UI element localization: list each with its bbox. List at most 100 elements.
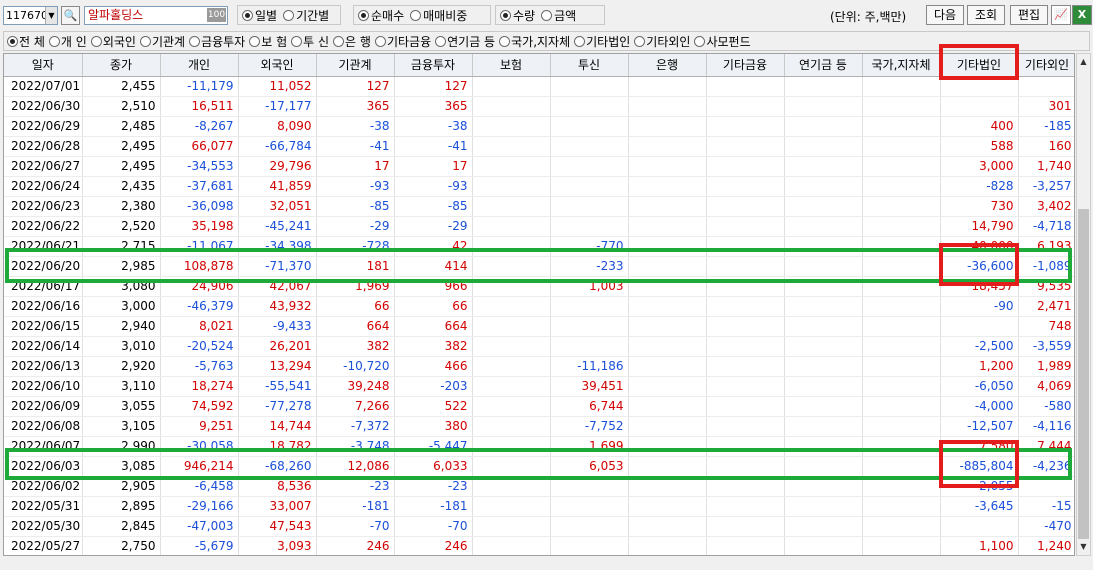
filter-other-corp[interactable]: 기타법인 (574, 33, 630, 50)
radio-dot-icon (189, 35, 201, 47)
cell-government (862, 116, 941, 137)
filter-institution[interactable]: 기관계 (139, 33, 185, 50)
table-row[interactable]: 2022/05/30 2,845 -47,003 47,543 -70 -70 -470 (4, 516, 1074, 537)
table-row[interactable]: 2022/06/09 3,055 74,592 -77,278 7,266 522 6,74… (4, 396, 1074, 417)
cell-close: 2,895 (82, 496, 161, 517)
table-row[interactable]: 2022/05/27 2,750 -5,679 3,093 246 246 1,100 1,2… (4, 536, 1074, 555)
filter-fin-invest[interactable]: 금융투자 (189, 33, 245, 50)
cell-individual: 66,077 (160, 136, 239, 157)
table-row[interactable]: 2022/06/22 2,520 35,198 -45,241 -29 -29 14,790… (4, 216, 1074, 237)
table-row[interactable]: 2022/06/29 2,485 -8,267 8,090 -38 -38 400 -185 (4, 116, 1074, 137)
cell-close: 2,905 (82, 476, 161, 497)
table-row[interactable]: 2022/06/24 2,435 -37,681 41,859 -93 -93 -828 -3… (4, 176, 1074, 197)
excel-icon[interactable]: X (1072, 5, 1092, 25)
cell-bank (628, 96, 707, 117)
filter-trust[interactable]: 투 신 (291, 33, 329, 50)
cell-institution: -728 (316, 236, 395, 257)
radio-daily[interactable]: 일별 (242, 7, 277, 24)
filter-government[interactable]: 국가,지자체 (499, 33, 570, 50)
table-row[interactable]: 2022/07/01 2,455 -11,179 11,052 127 127 (4, 76, 1074, 97)
radio-dot-icon (242, 9, 253, 21)
filter-all[interactable]: 전 체 (7, 33, 45, 50)
cell-trust: 1,003 (550, 276, 629, 297)
table-row[interactable]: 2022/06/07 2,990 -30,058 18,782 -3,748 -5,447… (4, 436, 1074, 457)
radio-period[interactable]: 기간별 (283, 7, 329, 24)
scroll-up-icon[interactable]: ▲ (1077, 54, 1090, 70)
table-row[interactable]: 2022/05/31 2,895 -29,166 33,007 -181 -181 -3,6… (4, 496, 1074, 517)
col-header-government[interactable]: 국가,지자체 (862, 54, 941, 77)
cell-other-fin (706, 476, 785, 497)
search-icon[interactable]: 🔍 (61, 6, 80, 25)
filter-pension[interactable]: 연기금 등 (435, 33, 495, 50)
table-row[interactable]: 2022/06/14 3,010 -20,524 26,201 382 382 -2,500… (4, 336, 1074, 357)
col-header-fin-invest[interactable]: 금융투자 (394, 54, 473, 77)
query-button[interactable]: 조회 (967, 5, 1005, 25)
cell-pension (784, 236, 863, 257)
cell-close: 2,510 (82, 96, 161, 117)
cell-bank (628, 376, 707, 397)
edit-button[interactable]: 편집 (1010, 5, 1048, 25)
cell-fin-invest: 42 (394, 236, 473, 257)
cell-trust (550, 76, 629, 97)
radio-label: 기간별 (296, 8, 330, 23)
filter-bank[interactable]: 은 행 (333, 33, 371, 50)
radio-quantity[interactable]: 수량 (500, 7, 535, 24)
filter-private-fund[interactable]: 사모펀드 (694, 33, 751, 50)
col-header-individual[interactable]: 개인 (160, 54, 239, 77)
vertical-scrollbar[interactable]: ▲ ▼ (1076, 53, 1091, 556)
next-button[interactable]: 다음 (926, 5, 964, 25)
table-row[interactable]: 2022/06/16 3,000 -46,379 43,932 66 66 -90 2,471 (4, 296, 1074, 317)
filter-insurance[interactable]: 보 험 (249, 33, 287, 50)
cell-bank (628, 216, 707, 237)
scroll-down-icon[interactable]: ▼ (1077, 539, 1090, 555)
chevron-down-icon[interactable]: ▼ (45, 7, 57, 24)
radio-trade-ratio[interactable]: 매매비중 (410, 7, 467, 24)
cell-other-fin (706, 356, 785, 377)
radio-amount[interactable]: 금액 (541, 7, 576, 24)
table-row[interactable]: 2022/06/15 2,940 8,021 -9,433 664 664 748 (4, 316, 1074, 337)
col-header-pension[interactable]: 연기금 등 (784, 54, 863, 77)
chart-icon[interactable]: 📈 (1051, 5, 1071, 25)
cell-date: 2022/06/15 (4, 316, 83, 337)
table-row[interactable]: 2022/06/17 3,080 24,906 42,067 1,969 966 1,003… (4, 276, 1074, 297)
cell-institution: 66 (316, 296, 395, 317)
scroll-thumb[interactable] (1078, 209, 1089, 539)
cell-fin-invest: 17 (394, 156, 473, 177)
cell-close: 2,485 (82, 116, 161, 137)
filter-individual[interactable]: 개 인 (48, 33, 87, 50)
table-row[interactable]: 2022/06/30 2,510 16,511 -17,177 365 365 301 (4, 96, 1074, 117)
col-header-foreign[interactable]: 외국인 (238, 54, 317, 77)
table-row[interactable]: 2022/06/20 2,985 108,878 -71,370 181 414 -233 -… (4, 256, 1074, 277)
cell-pension (784, 416, 863, 437)
cell-other-foreign: 7,444 (1018, 436, 1074, 457)
cell-individual: -5,763 (160, 356, 239, 377)
table-row[interactable]: 2022/06/08 3,105 9,251 14,744 -7,372 380 -7,75… (4, 416, 1074, 437)
col-header-trust[interactable]: 투신 (550, 54, 629, 77)
filter-label: 사모펀드 (706, 34, 751, 49)
cell-institution: -93 (316, 176, 395, 197)
col-header-close[interactable]: 종가 (82, 54, 161, 77)
col-header-date[interactable]: 일자 (4, 54, 83, 77)
cell-close: 2,750 (82, 536, 161, 555)
filter-other-foreign[interactable]: 기타외인 (634, 33, 690, 50)
col-header-bank[interactable]: 은행 (628, 54, 707, 77)
table-row[interactable]: 2022/06/23 2,380 -36,098 32,051 -85 -85 730 3,4… (4, 196, 1074, 217)
cell-other-foreign: -3,559 (1018, 336, 1074, 357)
col-header-other-corp[interactable]: 기타법인 (940, 54, 1019, 77)
table-row[interactable]: 2022/06/28 2,495 66,077 -66,784 -41 -41 588 160 (4, 136, 1074, 157)
table-row[interactable]: 2022/06/27 2,495 -34,553 29,796 17 17 3,000 1,7… (4, 156, 1074, 177)
filter-foreign[interactable]: 외국인 (90, 33, 136, 50)
radio-net-buy[interactable]: 순매수 (358, 7, 404, 24)
table-row[interactable]: 2022/06/02 2,905 -6,458 8,536 -23 -23 -2,055 (4, 476, 1074, 497)
col-header-insurance[interactable]: 보험 (472, 54, 551, 77)
filter-other-fin[interactable]: 기타금융 (374, 33, 431, 50)
col-header-other-foreign[interactable]: 기타외인 (1018, 54, 1074, 77)
cell-individual: -8,267 (160, 116, 239, 137)
table-row[interactable]: 2022/06/13 2,920 -5,763 13,294 -10,720 466 -11… (4, 356, 1074, 377)
col-header-institution[interactable]: 기관계 (316, 54, 395, 77)
table-row[interactable]: 2022/06/10 3,110 18,274 -55,541 39,248 -203 39… (4, 376, 1074, 397)
table-row[interactable]: 2022/06/03 3,085 946,214 -68,260 12,086 6,033… (4, 456, 1074, 477)
table-row[interactable]: 2022/06/21 2,715 -11,067 -34,398 -728 42 -770 4… (4, 236, 1074, 257)
cell-pension (784, 536, 863, 555)
col-header-other-fin[interactable]: 기타금융 (706, 54, 785, 77)
